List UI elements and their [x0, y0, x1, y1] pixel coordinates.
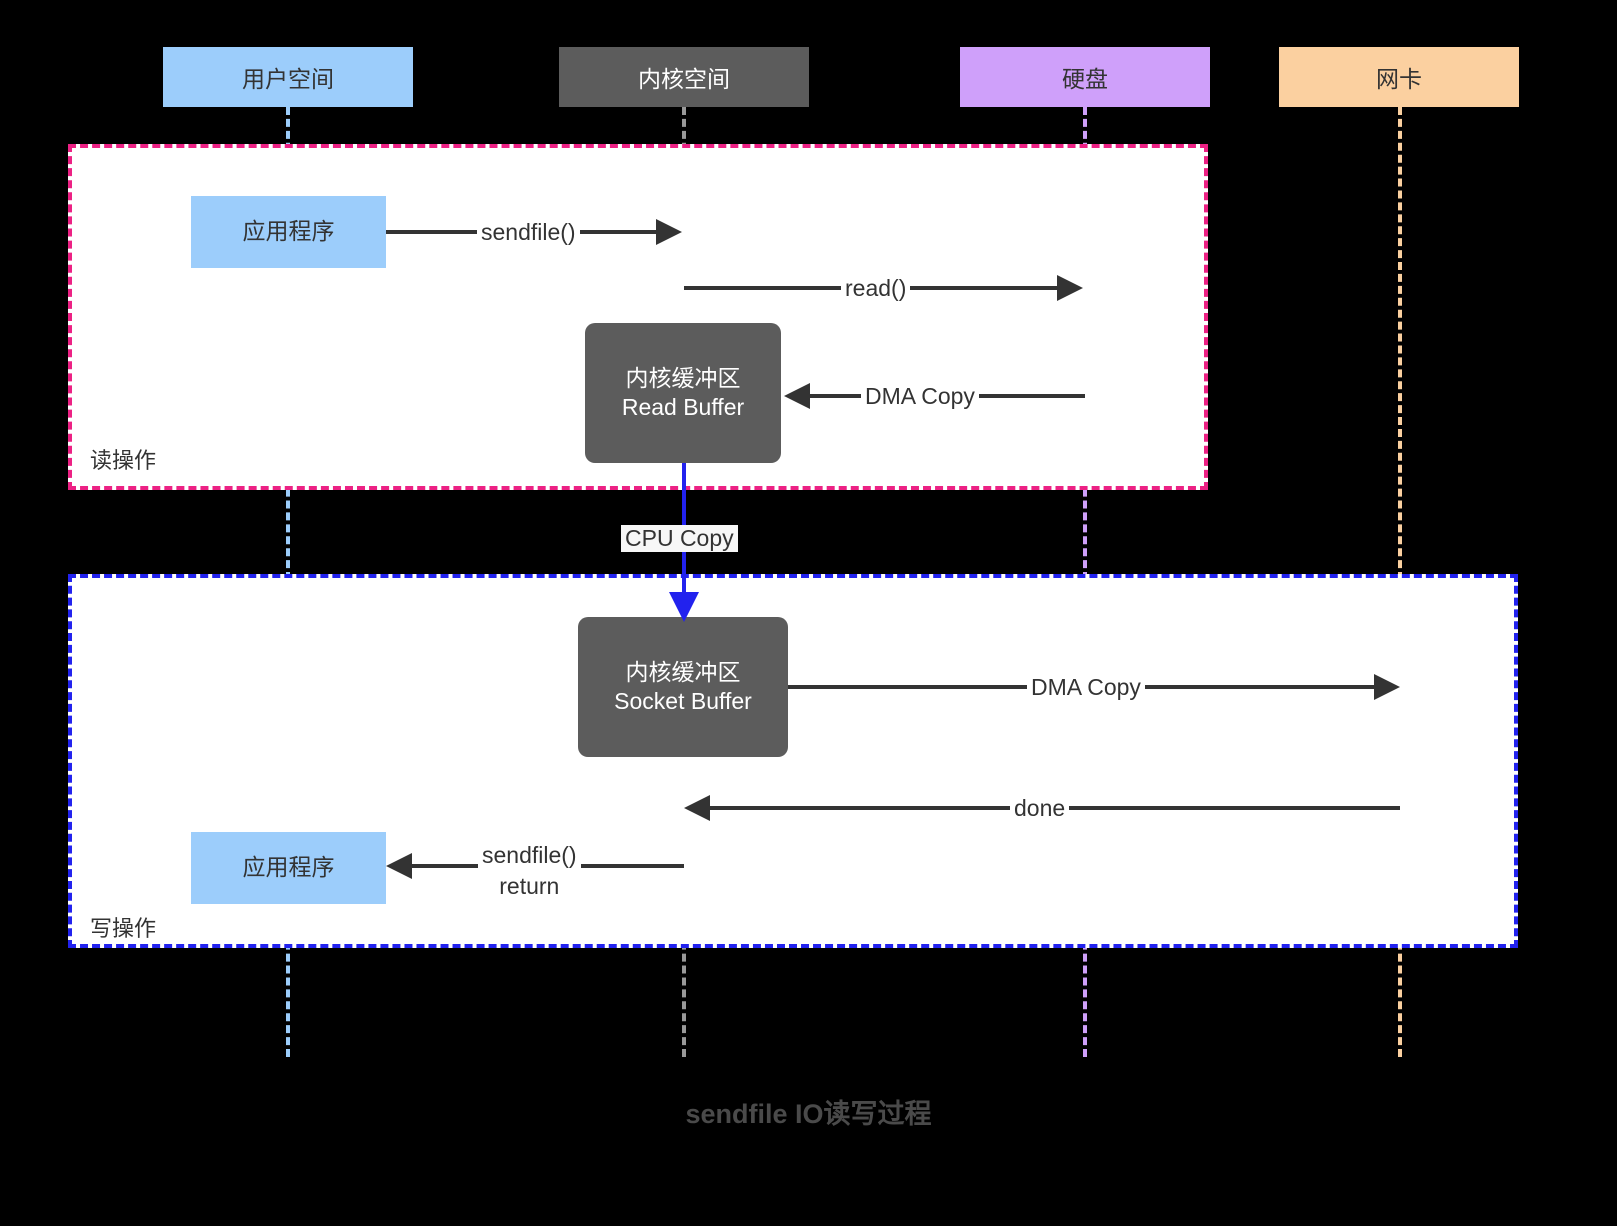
edge-done-arrowhead [684, 795, 710, 821]
edge-dma-copy-read-arrowhead [784, 383, 810, 409]
node-app-read-line-1: 应用程序 [242, 218, 335, 245]
edge-sendfile-return-label-line-2: return [499, 873, 560, 900]
actor-disk[interactable]: 硬盘 [960, 47, 1210, 107]
diagram-caption: sendfile IO读写过程 [685, 1099, 932, 1129]
node-app-write-line-1: 应用程序 [242, 854, 335, 881]
actor-user-space[interactable]: 用户空间 [163, 47, 413, 107]
edge-sendfile-call-label: sendfile() [477, 219, 580, 246]
node-read-buffer[interactable]: 内核缓冲区 Read Buffer [585, 323, 781, 463]
node-app-read[interactable]: 应用程序 [191, 196, 386, 268]
actor-label-disk: 硬盘 [1062, 66, 1108, 92]
read-region-label: 读操作 [90, 448, 157, 473]
edge-cpu-copy-label: CPU Copy [621, 525, 738, 552]
edge-read-call-arrowhead [1057, 275, 1083, 301]
edge-sendfile-call-arrowhead [656, 219, 682, 245]
edge-sendfile-return-label-line-1: sendfile() [482, 842, 577, 868]
actor-label-kernel-space: 内核空间 [638, 66, 730, 92]
node-read-buffer-line-2: Read Buffer [621, 394, 745, 420]
edge-dma-copy-write-label: DMA Copy [1027, 674, 1145, 701]
actor-nic[interactable]: 网卡 [1279, 47, 1519, 107]
actor-label-nic: 网卡 [1376, 66, 1422, 92]
edge-cpu-copy-arrowhead [669, 592, 699, 622]
actor-label-user-space: 用户空间 [242, 66, 334, 92]
edge-dma-copy-write-arrowhead [1374, 674, 1400, 700]
edge-sendfile-return-arrowhead [386, 853, 412, 879]
write-region-label: 写操作 [90, 916, 157, 941]
node-read-buffer-line-1: 内核缓冲区 [625, 364, 741, 391]
diagram-canvas: 用户空间 内核空间 硬盘 网卡 应用程序 sendfile() read() 内… [0, 0, 1617, 1226]
edge-read-call-label: read() [841, 275, 911, 302]
edge-dma-copy-read-label: DMA Copy [861, 383, 979, 410]
node-socket-buffer-line-1: 内核缓冲区 [625, 658, 741, 685]
node-socket-buffer[interactable]: 内核缓冲区 Socket Buffer [578, 617, 788, 757]
node-socket-buffer-line-2: Socket Buffer [614, 688, 752, 714]
actor-kernel-space[interactable]: 内核空间 [559, 47, 809, 107]
edge-sendfile-return-label: sendfile() return [478, 840, 581, 903]
node-app-write[interactable]: 应用程序 [191, 832, 386, 904]
edge-done-label: done [1010, 795, 1070, 822]
